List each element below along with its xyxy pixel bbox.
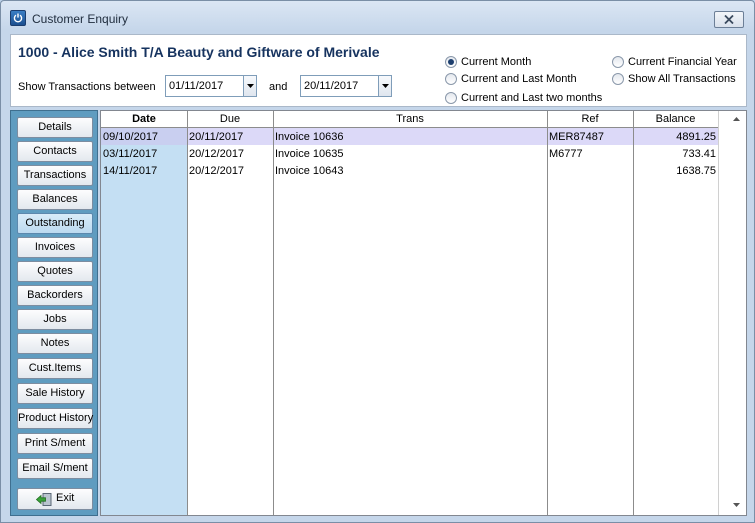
radio-dot: [445, 56, 457, 68]
column-divider: [273, 111, 274, 515]
cell-trans: Invoice 10635: [275, 148, 344, 160]
radio-label: Show All Transactions: [628, 73, 736, 85]
window-title: Customer Enquiry: [32, 12, 129, 26]
sidebar-item-print-statement[interactable]: Print S/ment: [17, 433, 93, 454]
grid-header: Date Due Trans Ref Balance: [101, 111, 718, 128]
to-date-dropdown[interactable]: [378, 75, 392, 97]
cell-balance: 1638.75: [676, 165, 716, 177]
radio-dot: [445, 73, 457, 85]
sidebar-item-jobs[interactable]: Jobs: [17, 309, 93, 330]
exit-label: Exit: [56, 492, 75, 504]
col-header-ref[interactable]: Ref: [547, 113, 633, 125]
and-label: and: [269, 81, 288, 93]
close-icon: [724, 15, 734, 24]
table-row[interactable]: 09/10/2017 20/11/2017 Invoice 10636 MER8…: [101, 128, 718, 145]
chevron-down-icon: [382, 84, 389, 88]
sidebar-item-transactions[interactable]: Transactions: [17, 165, 93, 186]
from-date-value: 01/11/2017: [169, 80, 224, 92]
sidebar-item-quotes[interactable]: Quotes: [17, 261, 93, 282]
column-divider: [547, 111, 548, 515]
column-divider: [187, 111, 188, 515]
sidebar-item-sale-history[interactable]: Sale History: [17, 383, 93, 404]
sidebar-item-balances[interactable]: Balances: [17, 189, 93, 210]
sidebar-item-details[interactable]: Details: [17, 117, 93, 138]
cell-date: 14/11/2017: [103, 165, 158, 177]
table-row[interactable]: 14/11/2017 20/12/2017 Invoice 10643 1638…: [101, 162, 718, 179]
cell-date: 09/10/2017: [103, 131, 159, 143]
radio-label: Current and Last Month: [461, 73, 577, 85]
close-button[interactable]: [714, 11, 744, 28]
table-row[interactable]: 03/11/2017 20/12/2017 Invoice 10635 M677…: [101, 145, 718, 162]
range-label: Show Transactions between: [18, 81, 156, 93]
cell-due: 20/11/2017: [189, 131, 244, 143]
col-header-balance[interactable]: Balance: [633, 113, 718, 125]
date-column-shading: [101, 128, 187, 515]
sidebar-item-notes[interactable]: Notes: [17, 333, 93, 354]
sidebar-item-cust-items[interactable]: Cust.Items: [17, 358, 93, 379]
radio-label: Current Financial Year: [628, 56, 737, 68]
sidebar-item-invoices[interactable]: Invoices: [17, 237, 93, 258]
scroll-up-icon: [733, 117, 740, 121]
col-header-trans[interactable]: Trans: [273, 113, 547, 125]
exit-button[interactable]: Exit: [17, 488, 93, 510]
from-date-field[interactable]: 01/11/2017: [165, 75, 257, 97]
customer-heading: 1000 - Alice Smith T/A Beauty and Giftwa…: [18, 44, 380, 60]
cell-balance: 4891.25: [676, 131, 716, 143]
from-date-dropdown[interactable]: [243, 75, 257, 97]
to-date-value: 20/11/2017: [304, 80, 359, 92]
cell-due: 20/12/2017: [189, 165, 245, 177]
sidebar: Details Contacts Transactions Balances O…: [10, 110, 98, 516]
exit-icon: [35, 493, 52, 513]
radio-dot: [612, 73, 624, 85]
header-panel: 1000 - Alice Smith T/A Beauty and Giftwa…: [10, 34, 747, 107]
customer-enquiry-window: Customer Enquiry 1000 - Alice Smith T/A …: [0, 0, 755, 523]
column-divider: [633, 111, 634, 515]
title-bar[interactable]: Customer Enquiry: [1, 1, 754, 31]
cell-date: 03/11/2017: [103, 148, 158, 160]
col-header-due[interactable]: Due: [187, 113, 273, 125]
sidebar-item-contacts[interactable]: Contacts: [17, 141, 93, 162]
radio-dot: [612, 56, 624, 68]
cell-trans: Invoice 10643: [275, 165, 344, 177]
col-header-date[interactable]: Date: [101, 113, 187, 125]
cell-balance: 733.41: [682, 148, 716, 160]
cell-ref: MER87487: [549, 131, 605, 143]
outstanding-grid: 09/10/2017 20/11/2017 Invoice 10636 MER8…: [100, 110, 747, 516]
to-date-field[interactable]: 20/11/2017: [300, 75, 392, 97]
vertical-scrollbar[interactable]: [718, 111, 746, 515]
radio-label: Current Month: [461, 56, 532, 68]
cell-ref: M6777: [549, 148, 583, 160]
sidebar-item-email-statement[interactable]: Email S/ment: [17, 458, 93, 479]
sidebar-item-backorders[interactable]: Backorders: [17, 285, 93, 306]
sidebar-item-outstanding[interactable]: Outstanding: [17, 213, 93, 234]
chevron-down-icon: [247, 84, 254, 88]
power-icon: [10, 10, 26, 26]
sidebar-item-product-history[interactable]: Product History: [17, 408, 93, 429]
scroll-down-icon: [733, 503, 740, 507]
radio-label: Current and Last two months: [461, 92, 603, 104]
cell-due: 20/12/2017: [189, 148, 245, 160]
radio-dot: [445, 92, 457, 104]
cell-trans: Invoice 10636: [275, 131, 344, 143]
